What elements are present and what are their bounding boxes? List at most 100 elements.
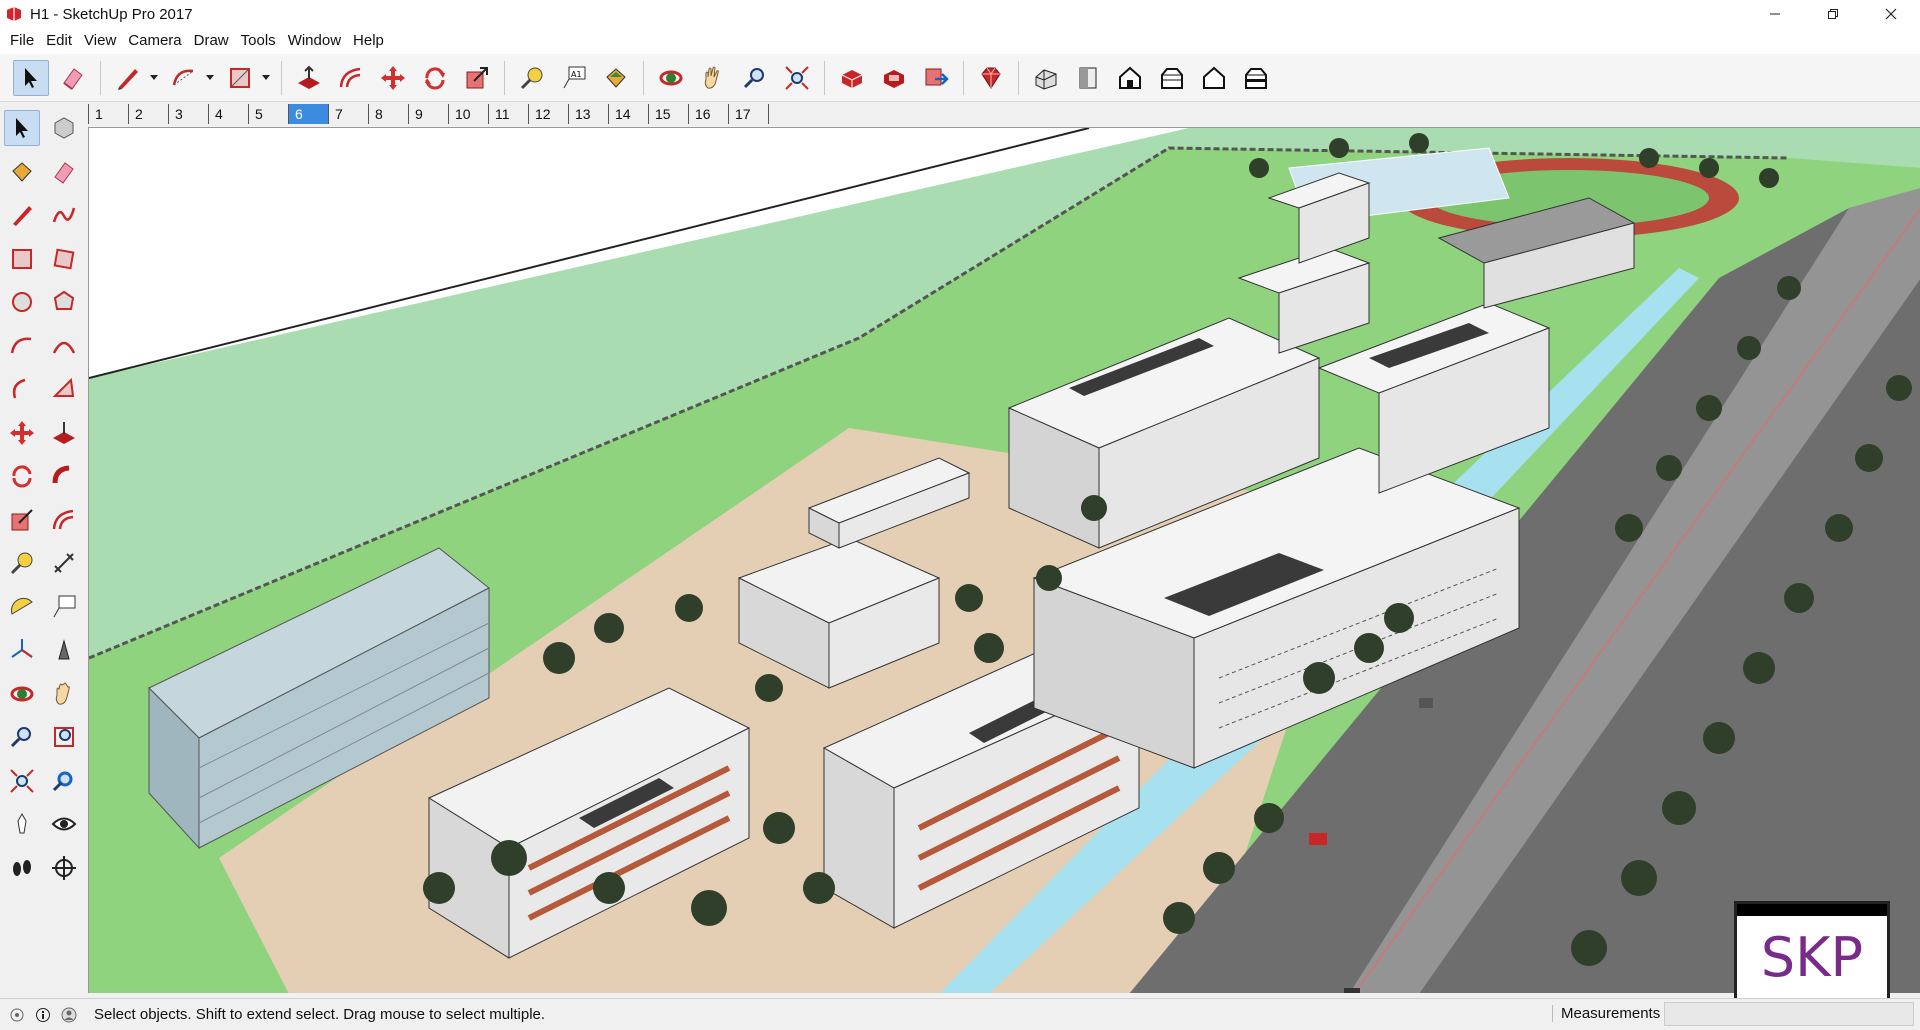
model-viewport[interactable] — [88, 127, 1920, 993]
section-plane-tool-button[interactable] — [46, 850, 82, 886]
pan-tool-button[interactable] — [46, 676, 82, 712]
line-tool[interactable] — [110, 60, 146, 96]
select-tool[interactable] — [13, 59, 49, 96]
menu-draw[interactable]: Draw — [188, 28, 235, 54]
minimize-button[interactable] — [1746, 0, 1804, 28]
measurements-input[interactable] — [1664, 1002, 1914, 1026]
component-tool-button[interactable] — [46, 110, 82, 146]
line-tool-button[interactable] — [4, 197, 40, 233]
top-view-button[interactable] — [1070, 60, 1106, 96]
polygon-tool-button[interactable] — [46, 284, 82, 320]
orbit-tool[interactable] — [653, 60, 689, 96]
send-to-layout-button[interactable] — [918, 60, 954, 96]
eraser-tool-button[interactable] — [46, 154, 82, 190]
freehand-tool-button[interactable] — [46, 197, 82, 233]
scene-tab-14[interactable]: 14 — [608, 104, 648, 124]
scene-tab-5[interactable]: 5 — [248, 104, 288, 124]
zoom-tool-button[interactable] — [4, 719, 40, 755]
push-pull-tool-button[interactable] — [46, 415, 82, 451]
scene-tab-2[interactable]: 2 — [128, 104, 168, 124]
close-button[interactable] — [1862, 0, 1920, 28]
scene-tab-13[interactable]: 13 — [568, 104, 608, 124]
previous-view-tool-button[interactable] — [46, 763, 82, 799]
offset-tool-button[interactable] — [46, 502, 82, 538]
rectangle-tool-button[interactable] — [4, 241, 40, 277]
scene-tab-10[interactable]: 10 — [448, 104, 488, 124]
position-camera-tool-button[interactable] — [4, 806, 40, 842]
shape-tool[interactable] — [222, 60, 258, 96]
restore-button[interactable] — [1804, 0, 1862, 28]
scene-tab-9[interactable]: 9 — [408, 104, 448, 124]
orbit-tool-button[interactable] — [4, 676, 40, 712]
tape-measure-tool[interactable] — [514, 60, 550, 96]
protractor-tool-button[interactable] — [4, 589, 40, 625]
scene-tab-7[interactable]: 7 — [328, 104, 368, 124]
left-view-button[interactable] — [1238, 60, 1274, 96]
line-tool-dropdown[interactable] — [149, 60, 159, 96]
look-around-tool-button[interactable] — [46, 806, 82, 842]
paint-bucket-tool[interactable] — [598, 60, 634, 96]
text-tool[interactable]: A1 — [556, 60, 592, 96]
axes-tool-button[interactable] — [4, 632, 40, 668]
scale-tool[interactable] — [459, 60, 495, 96]
3d-warehouse-button[interactable] — [834, 60, 870, 96]
tape-measure-tool-button[interactable] — [4, 545, 40, 581]
arc-tool-dropdown[interactable] — [205, 60, 215, 96]
instructor-button[interactable] — [34, 1006, 52, 1024]
eraser-tool[interactable] — [55, 60, 91, 96]
arc-tool-button[interactable] — [4, 328, 40, 364]
offset-tool[interactable] — [333, 60, 369, 96]
three-point-arc-tool-button[interactable] — [4, 371, 40, 407]
text-tool-button[interactable] — [46, 589, 82, 625]
walk-tool-button[interactable] — [4, 850, 40, 886]
geo-location-button[interactable] — [8, 1006, 26, 1024]
menu-help[interactable]: Help — [347, 28, 390, 54]
two-point-arc-tool-button[interactable] — [46, 328, 82, 364]
zoom-extents-tool[interactable] — [779, 60, 815, 96]
scene-tab-6[interactable]: 6 — [288, 104, 328, 124]
rotate-tool[interactable] — [417, 60, 453, 96]
scene-tab-12[interactable]: 12 — [528, 104, 568, 124]
menu-view[interactable]: View — [78, 28, 122, 54]
dimension-tool-button[interactable] — [46, 545, 82, 581]
menu-tools[interactable]: Tools — [235, 28, 282, 54]
arc-tool[interactable] — [166, 60, 202, 96]
sign-in-button[interactable] — [60, 1006, 78, 1024]
iso-view-button[interactable] — [1028, 60, 1064, 96]
right-view-button[interactable] — [1154, 60, 1190, 96]
scene-tab-1[interactable]: 1 — [88, 104, 128, 124]
scene-tab-15[interactable]: 15 — [648, 104, 688, 124]
paint-bucket-tool-button[interactable] — [4, 154, 40, 190]
extension-manager-button[interactable] — [973, 60, 1009, 96]
front-view-button[interactable] — [1112, 60, 1148, 96]
move-tool-button[interactable] — [4, 415, 40, 451]
scene-tab-17[interactable]: 17 — [728, 104, 768, 124]
circle-tool-button[interactable] — [4, 284, 40, 320]
scene-tab-11[interactable]: 11 — [488, 104, 528, 124]
follow-me-tool-button[interactable] — [46, 458, 82, 494]
menu-file[interactable]: File — [4, 28, 40, 54]
zoom-tool[interactable] — [737, 60, 773, 96]
pie-tool-button[interactable] — [46, 371, 82, 407]
menu-camera[interactable]: Camera — [122, 28, 187, 54]
zoom-window-tool-button[interactable] — [46, 719, 82, 755]
rotated-rectangle-tool-button[interactable] — [46, 241, 82, 277]
zoom-extents-tool-button[interactable] — [4, 763, 40, 799]
pan-tool[interactable] — [695, 60, 731, 96]
menu-window[interactable]: Window — [282, 28, 347, 54]
scene-tab-4[interactable]: 4 — [208, 104, 248, 124]
rotate-tool-button[interactable] — [4, 458, 40, 494]
move-tool[interactable] — [375, 60, 411, 96]
push-pull-tool[interactable] — [291, 60, 327, 96]
back-view-button[interactable] — [1196, 60, 1232, 96]
scene-tab-8[interactable]: 8 — [368, 104, 408, 124]
scene-tab-3[interactable]: 3 — [168, 104, 208, 124]
select-tool-button[interactable] — [4, 110, 40, 146]
scene-tab-16[interactable]: 16 — [688, 104, 728, 124]
scale-tool-button[interactable] — [4, 502, 40, 538]
extension-warehouse-button[interactable] — [876, 60, 912, 96]
shape-tool-dropdown[interactable] — [261, 60, 271, 96]
menu-edit[interactable]: Edit — [40, 28, 78, 54]
two-point-arc-icon — [52, 341, 76, 354]
3d-text-tool-button[interactable] — [46, 632, 82, 668]
